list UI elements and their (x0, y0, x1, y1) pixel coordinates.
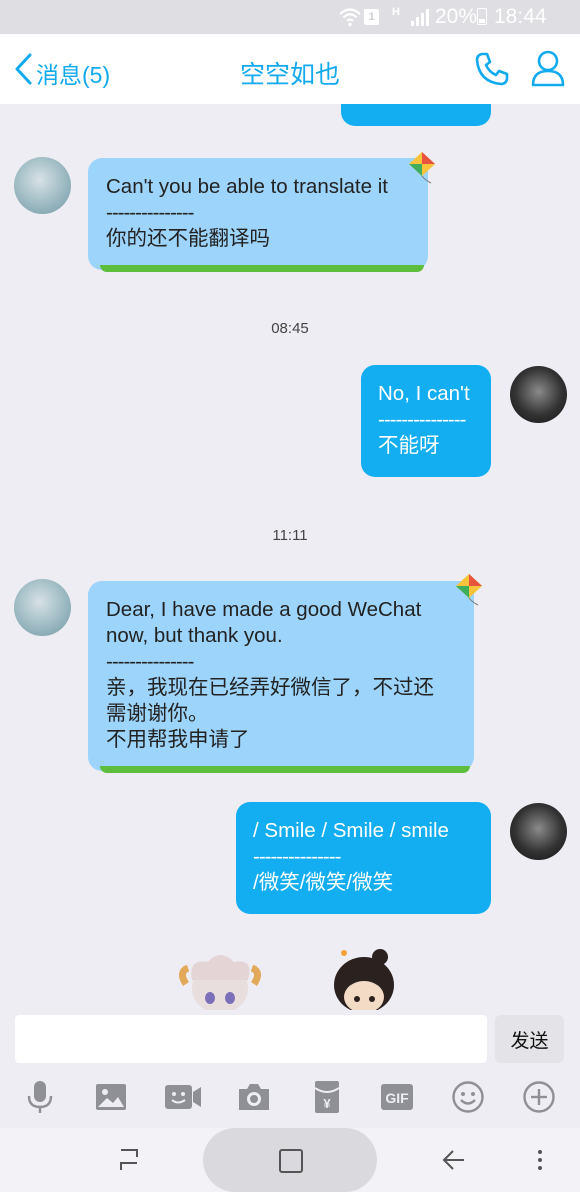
my-avatar[interactable] (510, 803, 567, 860)
message-text: 不用帮我申请了 (106, 728, 250, 751)
home-icon (279, 1149, 303, 1173)
clock: 18:44 (494, 5, 547, 28)
kite-icon (456, 574, 482, 606)
kite-icon (409, 152, 435, 184)
more-options-icon[interactable] (532, 1148, 548, 1172)
profile-icon[interactable] (530, 49, 566, 87)
my-avatar[interactable] (510, 366, 567, 423)
status-bar: 1 H 20% 18:44 (0, 0, 580, 34)
wifi-icon (339, 8, 361, 27)
gif-label: GIF (385, 1090, 409, 1106)
plus-icon[interactable] (522, 1080, 556, 1114)
gif-icon[interactable]: GIF (380, 1080, 414, 1114)
incoming-message-bubble[interactable]: Can't you be able to translate it ------… (88, 158, 428, 272)
message-text: 亲，我现在已经弄好微信了，不过还 (106, 676, 434, 699)
message-text: 不能呀 (378, 434, 440, 457)
chat-header: 消息(5) 空空如也 (0, 34, 580, 104)
message-divider: --------------- (106, 201, 194, 224)
contact-avatar[interactable] (14, 579, 71, 636)
input-toolbar: ¥ GIF (0, 1072, 580, 1128)
camera-icon[interactable] (237, 1080, 271, 1114)
phone-call-icon[interactable] (474, 51, 510, 87)
sticker-character-girl[interactable] (322, 945, 406, 1012)
image-icon[interactable] (94, 1080, 128, 1114)
send-button[interactable]: 发送 (495, 1015, 564, 1063)
outgoing-message-bubble[interactable]: / Smile / Smile / smile --------------- … (236, 802, 491, 914)
message-text: Dear, I have made a good WeChat (106, 598, 422, 621)
bubble-grass-decoration (100, 265, 424, 272)
message-text: 你的还不能翻译吗 (106, 227, 270, 250)
video-call-icon[interactable] (164, 1080, 202, 1114)
svg-text:¥: ¥ (323, 1096, 331, 1111)
outgoing-message-bubble[interactable]: No, I can't --------------- 不能呀 (361, 365, 491, 477)
signal-icon (411, 9, 429, 26)
microphone-icon[interactable] (23, 1080, 57, 1114)
bubble-grass-decoration (100, 766, 470, 773)
message-divider: --------------- (253, 845, 341, 868)
message-text: / Smile / Smile / smile (253, 819, 449, 842)
timestamp: 11:11 (272, 527, 308, 544)
message-text: No, I can't (378, 382, 470, 405)
message-divider: --------------- (378, 408, 466, 431)
message-text: /微笑/微笑/微笑 (253, 871, 394, 894)
back-icon[interactable] (440, 1146, 468, 1174)
message-input[interactable] (15, 1015, 487, 1063)
home-button[interactable] (203, 1128, 377, 1192)
message-text: now, but thank you. (106, 624, 283, 647)
message-divider: --------------- (106, 650, 194, 673)
battery-percent: 20% (435, 5, 478, 28)
message-text: 需谢谢你。 (106, 702, 209, 725)
sticker-character-boy[interactable] (178, 950, 262, 1012)
emoji-icon[interactable] (451, 1080, 485, 1114)
previous-message-bubble[interactable] (341, 104, 491, 126)
recent-apps-icon[interactable] (116, 1146, 144, 1174)
system-nav-bar (0, 1128, 580, 1192)
battery-icon (477, 8, 487, 25)
message-text: Can't you be able to translate it (106, 175, 388, 198)
network-type-label: H (392, 6, 400, 18)
incoming-message-bubble[interactable]: Dear, I have made a good WeChat now, but… (88, 581, 474, 773)
red-packet-icon[interactable]: ¥ (310, 1080, 344, 1114)
timestamp: 08:45 (271, 320, 309, 337)
sim-icon: 1 (364, 9, 379, 25)
input-bar: 发送 (0, 1010, 580, 1072)
contact-avatar[interactable] (14, 157, 71, 214)
